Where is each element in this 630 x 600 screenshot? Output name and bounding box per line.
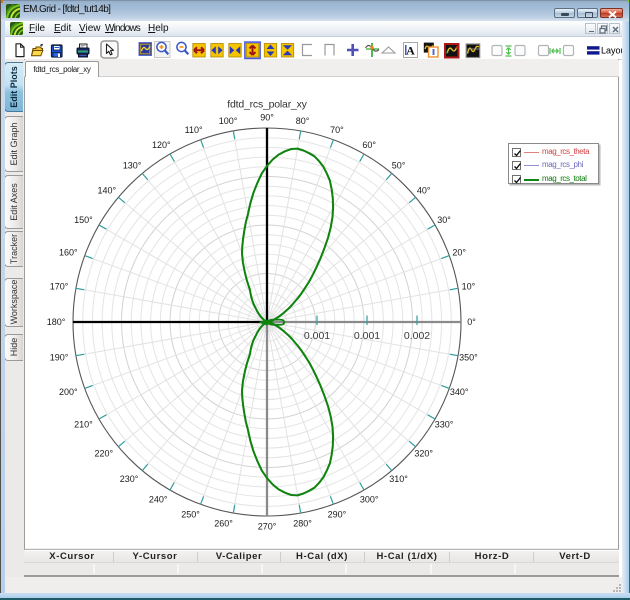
svg-text:220°: 220° [94, 449, 113, 459]
svg-text:0.001: 0.001 [354, 330, 380, 342]
svg-text:0.002: 0.002 [404, 330, 430, 342]
svg-text:260°: 260° [214, 519, 233, 529]
svg-text:150°: 150° [74, 215, 93, 225]
svg-text:210°: 210° [74, 419, 93, 429]
svg-text:340°: 340° [450, 387, 469, 397]
svg-text:190°: 190° [50, 353, 69, 363]
svg-text:120°: 120° [152, 140, 171, 150]
svg-text:200°: 200° [59, 387, 78, 397]
svg-text:240°: 240° [149, 494, 168, 504]
svg-text:10°: 10° [462, 282, 476, 292]
svg-text:20°: 20° [452, 247, 466, 257]
svg-text:50°: 50° [392, 161, 406, 171]
svg-text:250°: 250° [181, 509, 200, 519]
svg-text:230°: 230° [120, 474, 139, 484]
svg-text:100°: 100° [219, 116, 238, 126]
svg-text:320°: 320° [414, 449, 433, 459]
svg-text:0.001: 0.001 [304, 330, 330, 342]
svg-text:310°: 310° [389, 474, 408, 484]
svg-text:160°: 160° [59, 247, 78, 257]
svg-text:140°: 140° [97, 186, 116, 196]
svg-text:330°: 330° [435, 420, 454, 430]
svg-text:280°: 280° [293, 519, 312, 529]
svg-text:90°: 90° [260, 113, 274, 123]
svg-text:300°: 300° [360, 494, 379, 504]
svg-text:110°: 110° [185, 125, 203, 135]
svg-text:180°: 180° [47, 317, 66, 327]
svg-text:270°: 270° [258, 522, 277, 532]
svg-text:60°: 60° [362, 140, 376, 150]
svg-text:170°: 170° [50, 282, 69, 292]
svg-text:80°: 80° [296, 116, 310, 126]
svg-text:30°: 30° [437, 215, 451, 225]
svg-text:40°: 40° [417, 186, 431, 196]
svg-text:290°: 290° [328, 509, 347, 519]
svg-text:130°: 130° [123, 161, 142, 171]
svg-text:fdtd_rcs_polar_xy: fdtd_rcs_polar_xy [227, 99, 307, 111]
svg-text:0°: 0° [467, 317, 476, 327]
svg-text:350°: 350° [459, 353, 478, 363]
svg-text:70°: 70° [330, 125, 344, 135]
